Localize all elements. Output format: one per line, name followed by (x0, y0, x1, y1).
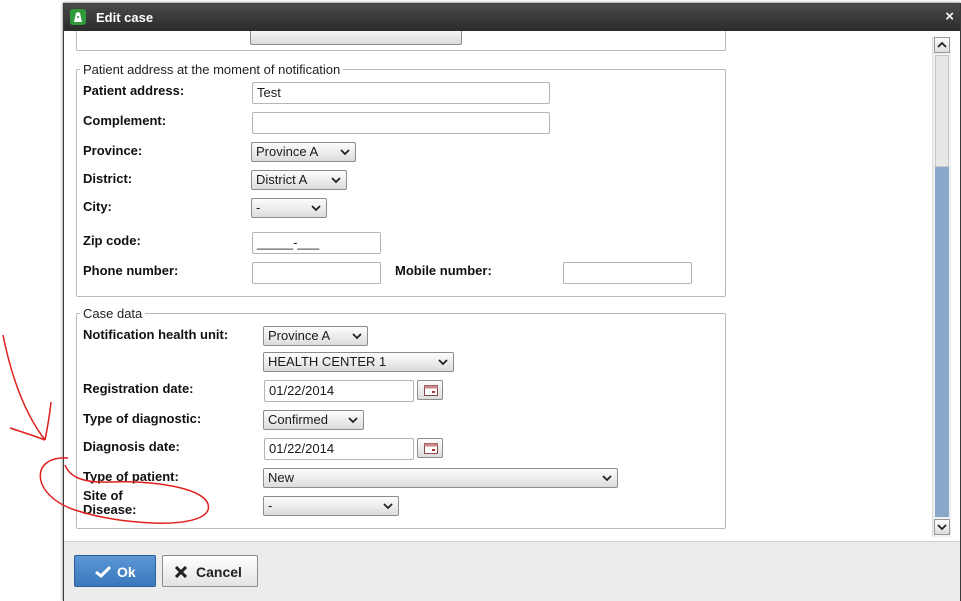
province-label: Province: (83, 143, 143, 158)
province-select[interactable]: Province A (251, 142, 356, 162)
site-of-disease-value: - (268, 498, 273, 513)
registration-date-label: Registration date: (83, 381, 194, 396)
complement-label: Complement: (83, 113, 167, 128)
chevron-down-icon (602, 475, 612, 482)
check-icon (95, 565, 111, 578)
case-data-legend: Case data (80, 306, 146, 321)
scroll-up-icon[interactable] (934, 37, 950, 53)
cancel-label: Cancel (196, 564, 242, 580)
mobile-number-input[interactable] (563, 262, 692, 284)
title-bar: Edit case × (64, 4, 960, 31)
annotation-arrowhead (9, 401, 52, 441)
diagnostic-type-select[interactable]: Confirmed (263, 410, 364, 430)
notification-province-select[interactable]: Province A (263, 326, 368, 346)
notification-province-value: Province A (268, 328, 331, 343)
vertical-scrollbar[interactable] (932, 37, 951, 537)
notification-unit-label: Notification health unit: (83, 327, 229, 342)
chevron-down-icon (311, 205, 321, 212)
chevron-down-icon (383, 503, 393, 510)
cancel-button[interactable]: Cancel (162, 555, 258, 587)
patient-address-input[interactable]: Test (252, 82, 550, 104)
ok-label: Ok (117, 564, 136, 580)
city-value: - (256, 200, 261, 215)
diagnostic-type-value: Confirmed (268, 412, 328, 427)
close-icon[interactable]: × (945, 8, 954, 25)
address-legend: Patient address at the moment of notific… (80, 62, 344, 77)
window-title: Edit case (96, 10, 154, 25)
form-content: Patient address at the moment of notific… (64, 31, 934, 541)
city-select[interactable]: - (251, 198, 327, 218)
edit-case-dialog: Edit case × Patient address at the momen… (63, 3, 961, 601)
patient-address-label: Patient address: (83, 83, 185, 98)
patient-type-label: Type of patient: (83, 469, 179, 484)
district-select[interactable]: District A (251, 170, 347, 190)
scrollbar-thumb[interactable] (935, 55, 949, 167)
annotation-arrow-line (2, 334, 46, 441)
scrollbar-track[interactable] (935, 167, 949, 517)
calendar-icon (424, 443, 438, 454)
phone-number-input[interactable] (252, 262, 381, 284)
chevron-down-icon (340, 149, 350, 156)
notification-unit-value: HEALTH CENTER 1 (268, 354, 387, 369)
chevron-down-icon (352, 333, 362, 340)
diagnostic-type-label: Type of diagnostic: (83, 411, 202, 426)
registration-calendar-button[interactable] (417, 380, 443, 400)
patient-type-value: New (268, 470, 295, 485)
site-of-disease-select[interactable]: - (263, 496, 399, 516)
zip-code-input[interactable]: _____-___ (252, 232, 381, 254)
complement-input[interactable] (252, 112, 550, 134)
site-of-disease-label: Site of Disease: (83, 488, 137, 517)
chevron-down-icon (438, 359, 448, 366)
previous-select[interactable] (250, 31, 462, 45)
chevron-down-icon (331, 177, 341, 184)
diagnosis-calendar-button[interactable] (417, 438, 443, 458)
district-value: District A (256, 172, 308, 187)
dialog-footer: Ok Cancel (64, 541, 960, 601)
scroll-down-icon[interactable] (934, 519, 950, 535)
calendar-icon (424, 385, 438, 396)
zip-code-label: Zip code: (83, 233, 141, 248)
patient-type-select[interactable]: New (263, 468, 618, 488)
city-label: City: (83, 199, 112, 214)
diagnosis-date-input[interactable]: 01/22/2014 (264, 438, 414, 460)
app-logo-icon (70, 9, 86, 25)
ok-button[interactable]: Ok (74, 555, 156, 587)
district-label: District: (83, 171, 133, 186)
x-icon (175, 566, 187, 578)
chevron-down-icon (348, 417, 358, 424)
diagnosis-date-label: Diagnosis date: (83, 439, 180, 454)
phone-number-label: Phone number: (83, 263, 179, 278)
notification-unit-select[interactable]: HEALTH CENTER 1 (263, 352, 454, 372)
registration-date-input[interactable]: 01/22/2014 (264, 380, 414, 402)
province-value: Province A (256, 144, 319, 159)
mobile-number-label: Mobile number: (395, 263, 492, 278)
